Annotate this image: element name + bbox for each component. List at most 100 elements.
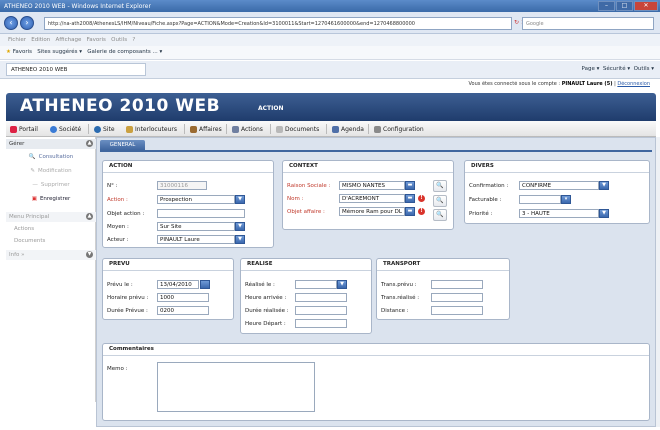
dropdown-arrow-icon[interactable]: ▼	[599, 181, 609, 190]
panel-context: CONTEXT Raison Sociale : MISMO NANTES ▬ …	[282, 160, 454, 230]
confirmation-select[interactable]: CONFIRME	[519, 181, 599, 190]
picker-icon[interactable]: ▬	[405, 181, 415, 190]
prevu-date-field[interactable]: 13/04/2010	[157, 280, 199, 289]
menu-item[interactable]: Affichage	[56, 37, 82, 43]
nom-field[interactable]: D'ACREMONT	[339, 194, 405, 203]
objet-action-input[interactable]	[157, 209, 245, 218]
panel-title: Commentaires	[109, 346, 154, 352]
nav-agenda[interactable]: Agenda	[332, 124, 364, 135]
dropdown-arrow-icon[interactable]: ▼	[235, 222, 245, 231]
collapse-icon[interactable]: ▲	[86, 140, 93, 147]
divider	[184, 124, 185, 134]
dropdown-arrow-icon[interactable]: ▼	[337, 280, 347, 289]
nav-affaires[interactable]: Affaires	[190, 124, 222, 135]
nav-societe[interactable]: Société	[50, 124, 81, 135]
acteur-select[interactable]: PINAULT Laure	[157, 235, 235, 244]
dropdown-arrow-icon[interactable]: ▼	[235, 235, 245, 244]
realise-date-field[interactable]	[295, 280, 337, 289]
nav-interlocuteurs[interactable]: Interlocuteurs	[126, 124, 177, 135]
forward-icon[interactable]: ›	[20, 16, 34, 30]
action-select[interactable]: Prospection	[157, 195, 235, 204]
nav-actions[interactable]: Actions	[232, 124, 263, 135]
heure-arrivee-field[interactable]	[295, 293, 347, 302]
nav-label: Site	[103, 126, 115, 133]
heure-depart-field[interactable]	[295, 319, 347, 328]
memo-textarea[interactable]	[157, 362, 315, 412]
menu-item[interactable]: Outils	[111, 37, 127, 43]
menu-item[interactable]: ?	[132, 37, 135, 43]
panel-realise: REALISE Réalisé le : ▼ Heure arrivée : D…	[240, 258, 372, 334]
nav-site[interactable]: Site	[94, 124, 115, 135]
dropdown-arrow-icon[interactable]: ▼	[599, 209, 609, 218]
search-icon[interactable]: 🔍	[433, 195, 447, 207]
sidebar-item-enregistrer[interactable]: ▣ Enregistrer	[12, 194, 90, 204]
nav-configuration[interactable]: Configuration	[374, 124, 424, 135]
nav-documents[interactable]: Documents	[276, 124, 319, 135]
toolbar-item[interactable]: Outils ▾	[634, 66, 654, 72]
tab-general[interactable]: GENERAL	[100, 140, 145, 150]
duree-realisee-field[interactable]	[295, 306, 347, 315]
fav-item[interactable]: Galerie de composants ... ▾	[87, 49, 162, 55]
sidebar-link-actions[interactable]: Actions	[14, 226, 34, 232]
nav-label: Portail	[19, 126, 38, 133]
divider	[326, 124, 327, 134]
edit-icon: ✎	[30, 168, 36, 174]
field-label: Acteur :	[107, 237, 129, 243]
sidebar-header-gerer[interactable]: Gérer ▲	[6, 139, 96, 149]
search-icon[interactable]: 🔍	[433, 180, 447, 192]
nav-label: Société	[59, 126, 82, 133]
panel-transport: TRANSPORT Trans.prévu : Trans.réalisé : …	[376, 258, 510, 320]
minimize-icon[interactable]: –	[598, 1, 615, 11]
window-controls: – □ ✕	[598, 1, 658, 11]
picker-icon[interactable]: ▬	[405, 194, 415, 203]
browser-tab[interactable]: ATHENEO 2010 WEB	[6, 63, 146, 76]
close-icon[interactable]: ✕	[634, 1, 658, 11]
panel-title: ACTION	[109, 163, 133, 169]
divider	[368, 124, 369, 134]
collapse-icon[interactable]: ▲	[86, 213, 93, 220]
delete-icon: —	[32, 182, 38, 188]
menu-item[interactable]: Fichier	[8, 37, 26, 43]
fav-item[interactable]: Sites suggérés ▾	[37, 49, 82, 55]
moyen-select[interactable]: Sur Site	[157, 222, 235, 231]
panel-title: CONTEXT	[289, 163, 318, 169]
nav-portail[interactable]: Portail	[10, 124, 38, 135]
url-input[interactable]: http://na-ath2008/AthenesLS/IHM/Niveau/F…	[44, 17, 512, 30]
field-label: N° :	[107, 183, 118, 189]
toolbar-item[interactable]: Page ▾	[582, 66, 600, 72]
logout-link[interactable]: Déconnexion	[617, 81, 650, 87]
raison-sociale-field[interactable]: MISMO NANTES	[339, 181, 405, 190]
picker-icon[interactable]: ▬	[405, 207, 415, 216]
search-icon[interactable]: 🔍	[433, 209, 447, 221]
toolbar-item[interactable]: Sécurité ▾	[603, 66, 630, 72]
menu-item[interactable]: Edition	[31, 37, 50, 43]
sidebar-header-menu-principal[interactable]: Menu Principal ▲	[6, 212, 96, 222]
divider	[270, 124, 271, 134]
distance-field[interactable]	[431, 306, 483, 315]
facturable-select[interactable]	[519, 195, 561, 204]
search-input[interactable]: Google	[522, 17, 654, 30]
favorites-button[interactable]: Favoris	[13, 49, 32, 55]
wrench-icon	[374, 126, 381, 133]
calendar-icon[interactable]	[200, 280, 210, 289]
field-label: Objet action :	[107, 211, 145, 217]
sidebar-item-consultation[interactable]: 🔍 Consultation	[12, 152, 90, 162]
sidebar-header-info[interactable]: Info » ▼	[6, 250, 96, 260]
duree-prevue-field[interactable]: 0200	[157, 306, 209, 315]
dropdown-arrow-icon[interactable]: ▼	[235, 195, 245, 204]
horaire-prevu-field[interactable]: 1000	[157, 293, 209, 302]
expand-icon[interactable]: ▼	[86, 251, 93, 258]
panel-commentaires: Commentaires Memo :	[102, 343, 650, 421]
priorite-select[interactable]: 3 - HAUTE	[519, 209, 599, 218]
page-scrollbar[interactable]	[656, 137, 660, 427]
trans-realise-field[interactable]	[431, 293, 483, 302]
sidebar-link-documents[interactable]: Documents	[14, 238, 45, 244]
maximize-icon[interactable]: □	[616, 1, 633, 11]
spinner-icon[interactable]: ▾	[561, 195, 571, 204]
trans-prevu-field[interactable]	[431, 280, 483, 289]
menu-item[interactable]: Favoris	[87, 37, 106, 43]
field-label: Durée réalisée :	[245, 308, 289, 314]
objet-affaire-field[interactable]: Mémore Ram pour DL	[339, 207, 405, 216]
divider	[241, 270, 371, 271]
back-icon[interactable]: ‹	[4, 16, 18, 30]
